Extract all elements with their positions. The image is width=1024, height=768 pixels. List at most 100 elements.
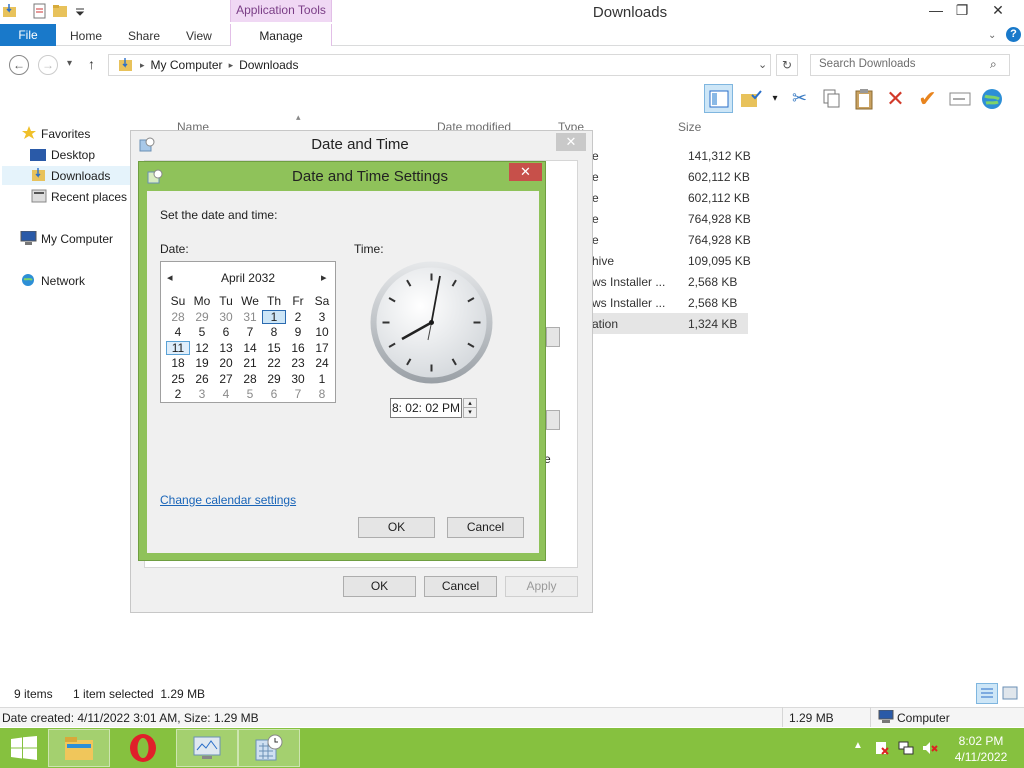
calendar-day[interactable]: 8 <box>262 325 286 340</box>
calendar-day[interactable]: 2 <box>166 387 190 402</box>
details-view-icon[interactable] <box>976 683 998 704</box>
calendar-day[interactable]: 4 <box>214 387 238 402</box>
cut-icon[interactable]: ✂ <box>785 84 814 113</box>
calendar-day[interactable]: 25 <box>166 372 190 387</box>
hidden-button-edge[interactable] <box>546 327 560 347</box>
taskbar-system-monitor[interactable] <box>176 729 238 767</box>
new-folder-icon[interactable] <box>52 3 68 19</box>
qat-dropdown-icon[interactable] <box>72 3 88 19</box>
calendar-day[interactable]: 1 <box>310 372 334 387</box>
breadcrumb-my-computer[interactable]: My Computer <box>151 58 223 72</box>
calendar-day[interactable]: 11 <box>166 340 190 355</box>
up-button[interactable]: ↑ <box>88 56 95 72</box>
time-input[interactable]: 8: 02: 02 PM <box>390 398 462 418</box>
calendar-day[interactable]: 9 <box>286 325 310 340</box>
tab-file[interactable]: File <box>0 24 56 46</box>
calendar-day[interactable]: 31 <box>238 310 262 325</box>
back-button[interactable]: ← <box>9 55 29 75</box>
tab-view[interactable]: View <box>186 29 212 43</box>
settings-cancel-button[interactable]: Cancel <box>447 517 524 538</box>
paste-icon[interactable] <box>849 84 878 113</box>
calendar-day[interactable]: 8 <box>310 387 334 402</box>
calendar-day[interactable]: 5 <box>238 387 262 402</box>
sidebar-item-favorites[interactable]: Favorites <box>41 127 90 141</box>
calendar-day[interactable]: 17 <box>310 341 334 356</box>
sidebar-item-recent[interactable]: Recent places <box>51 190 127 204</box>
globe-icon[interactable] <box>977 84 1006 113</box>
outer-cancel-button[interactable]: Cancel <box>424 576 497 597</box>
preview-pane-icon[interactable] <box>704 84 733 113</box>
change-calendar-settings-link[interactable]: Change calendar settings <box>160 493 296 507</box>
forward-button[interactable]: → <box>38 55 58 75</box>
tab-share[interactable]: Share <box>128 29 160 43</box>
rename-icon[interactable] <box>945 84 974 113</box>
calendar-day[interactable]: 12 <box>190 341 214 356</box>
calendar-day[interactable]: 30 <box>286 372 310 387</box>
calendar-day[interactable]: 3 <box>310 310 334 325</box>
calendar-day[interactable]: 27 <box>214 372 238 387</box>
calendar-day[interactable]: 14 <box>238 341 262 356</box>
help-button[interactable]: ? <box>1006 27 1021 42</box>
next-month-button[interactable]: ▸ <box>321 271 327 284</box>
checkmark-icon[interactable]: ✔ <box>913 84 942 113</box>
volume-muted-icon[interactable] <box>922 740 938 756</box>
calendar-day[interactable]: 29 <box>190 310 214 325</box>
dropdown-icon[interactable]: ▾ <box>768 84 782 113</box>
sidebar-item-network[interactable]: Network <box>41 274 85 288</box>
calendar-day[interactable]: 29 <box>262 372 286 387</box>
copy-icon[interactable] <box>817 84 846 113</box>
spin-up-icon[interactable]: ▴ <box>464 399 476 408</box>
outer-ok-button[interactable]: OK <box>343 576 416 597</box>
tray-clock[interactable]: 8:02 PM 4/11/2022 <box>946 733 1016 765</box>
calendar-day[interactable]: 2 <box>286 310 310 325</box>
column-size[interactable]: Size <box>678 120 701 134</box>
settings-ok-button[interactable]: OK <box>358 517 435 538</box>
breadcrumb-downloads[interactable]: Downloads <box>239 58 298 72</box>
taskbar-opera[interactable] <box>112 729 174 767</box>
dialog-close-button[interactable]: ✕ <box>556 133 586 151</box>
close-window-button[interactable]: ✕ <box>984 2 1012 20</box>
delete-icon[interactable]: ✕ <box>881 84 910 113</box>
calendar-day[interactable]: 28 <box>238 372 262 387</box>
calendar-day[interactable]: 3 <box>190 387 214 402</box>
calendar-day[interactable]: 22 <box>262 356 286 371</box>
calendar-day[interactable]: 16 <box>286 341 310 356</box>
calendar-day[interactable]: 18 <box>166 356 190 371</box>
tray-overflow-icon[interactable]: ▲ <box>853 740 863 751</box>
calendar-day[interactable]: 15 <box>262 341 286 356</box>
calendar-day[interactable]: 5 <box>190 325 214 340</box>
sidebar-item-downloads[interactable]: Downloads <box>51 169 110 183</box>
minimize-button[interactable]: — <box>922 2 950 20</box>
calendar-day[interactable]: 23 <box>286 356 310 371</box>
ribbon-expand-icon[interactable]: ⌄ <box>988 30 996 41</box>
taskbar-file-explorer[interactable] <box>48 729 110 767</box>
settings-close-button[interactable]: ✕ <box>509 163 542 181</box>
tab-home[interactable]: Home <box>70 29 102 43</box>
calendar-day[interactable]: 13 <box>214 341 238 356</box>
address-dropdown-icon[interactable]: ⌄ <box>758 58 767 71</box>
recent-locations-icon[interactable]: ▾ <box>67 58 72 69</box>
windows-start-icon[interactable] <box>10 736 38 760</box>
calendar-day[interactable]: 26 <box>190 372 214 387</box>
folder-down-icon[interactable] <box>2 3 18 19</box>
action-center-icon[interactable] <box>874 740 890 756</box>
hidden-button-edge[interactable] <box>546 410 560 430</box>
tab-manage[interactable]: Manage <box>230 24 332 46</box>
sidebar-item-computer[interactable]: My Computer <box>41 232 113 246</box>
calendar-day[interactable]: 21 <box>238 356 262 371</box>
calendar-day[interactable]: 7 <box>238 325 262 340</box>
prev-month-button[interactable]: ◂ <box>167 271 173 284</box>
taskbar-date-time[interactable] <box>238 729 300 767</box>
calendar-day[interactable]: 6 <box>262 387 286 402</box>
properties-icon[interactable] <box>32 3 48 19</box>
large-icons-view-icon[interactable] <box>1002 686 1018 703</box>
calendar-day[interactable]: 6 <box>214 325 238 340</box>
calendar-day[interactable]: 24 <box>310 356 334 371</box>
folder-check-icon[interactable] <box>736 84 765 113</box>
calendar-day[interactable]: 4 <box>166 325 190 340</box>
calendar-day[interactable]: 28 <box>166 310 190 325</box>
calendar-day[interactable]: 30 <box>214 310 238 325</box>
refresh-button[interactable]: ↻ <box>776 54 798 76</box>
time-spinner[interactable]: ▴ ▾ <box>463 398 477 418</box>
calendar-day[interactable]: 10 <box>310 325 334 340</box>
